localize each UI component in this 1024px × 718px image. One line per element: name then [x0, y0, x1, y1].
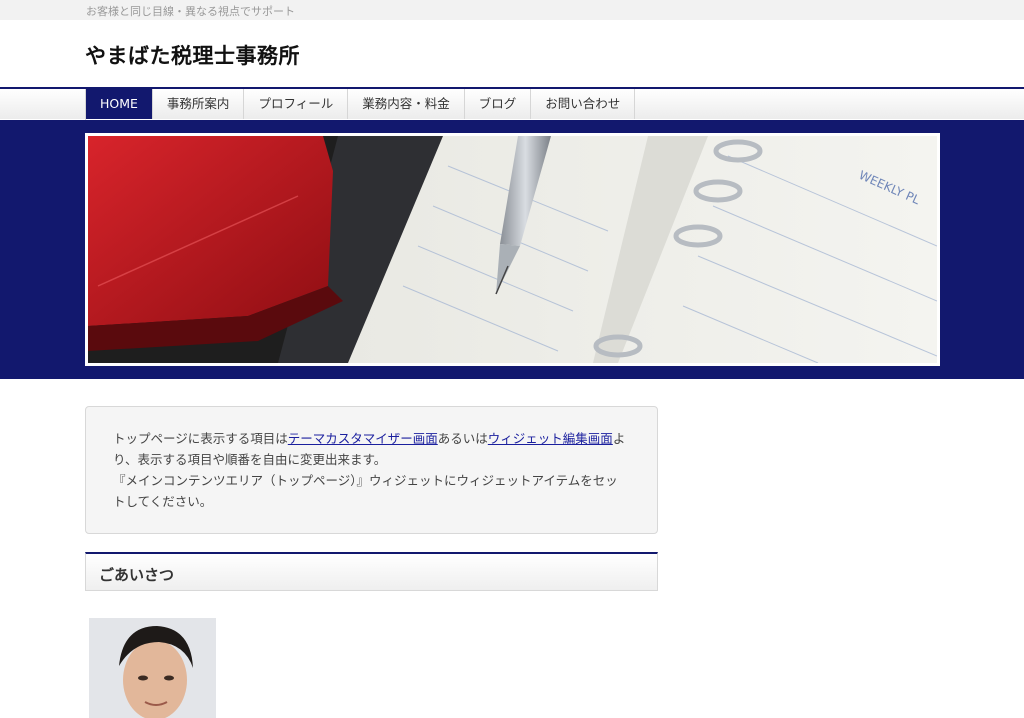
- main-nav: HOME 事務所案内 プロフィール 業務内容・料金 ブログ お問い合わせ: [85, 89, 636, 120]
- widget-notice: トップページに表示する項目はテーマカスタマイザー画面あるいはウィジェット編集画面…: [85, 406, 658, 534]
- hero-image: WEEKLY PL: [85, 133, 940, 366]
- site-title[interactable]: やまばた税理士事務所: [85, 40, 300, 70]
- theme-customizer-link[interactable]: テーマカスタマイザー画面: [288, 431, 438, 446]
- nav-item-services[interactable]: 業務内容・料金: [348, 89, 465, 119]
- site-tagline: お客様と同じ目線・異なる視点でサポート: [86, 5, 295, 18]
- greeting-title: ごあいさつ: [99, 566, 175, 584]
- nav-item-profile[interactable]: プロフィール: [244, 89, 349, 119]
- nav-item-home[interactable]: HOME: [86, 89, 153, 119]
- notice-text-4: 『メインコンテンツエリア（トップページ）』ウィジェットにウィジェットアイテムをセ…: [113, 473, 618, 509]
- notice-text-1: トップページに表示する項目は: [113, 431, 288, 446]
- nav-item-office[interactable]: 事務所案内: [152, 89, 245, 119]
- widget-editor-link[interactable]: ウィジェット編集画面: [488, 431, 613, 446]
- greeting-section-header: ごあいさつ: [85, 552, 658, 591]
- tagline-bar: お客様と同じ目線・異なる視点でサポート: [0, 0, 1024, 20]
- notice-text-2: あるいは: [437, 431, 488, 446]
- nav-item-blog[interactable]: ブログ: [464, 89, 532, 119]
- nav-item-contact[interactable]: お問い合わせ: [531, 89, 636, 119]
- portrait-photo: [89, 618, 216, 718]
